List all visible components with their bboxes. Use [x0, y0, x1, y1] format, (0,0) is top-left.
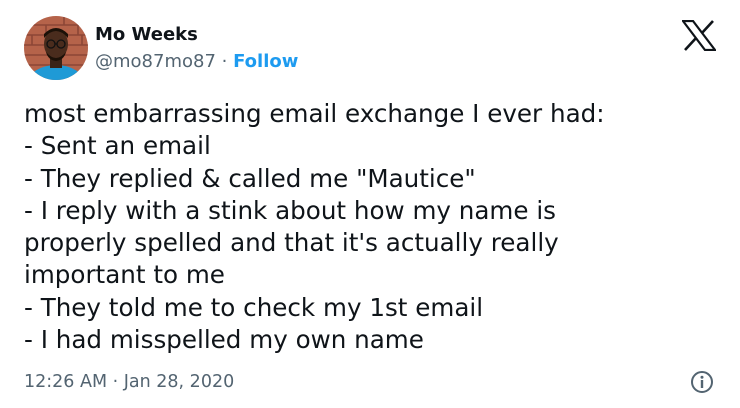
info-icon[interactable] — [689, 369, 715, 395]
tweet-line: - They told me to check my 1st email — [24, 292, 484, 322]
x-logo-icon[interactable] — [682, 20, 716, 51]
tweet-line: - Sent an email — [24, 131, 211, 161]
author-display-name[interactable]: Mo Weeks — [95, 24, 198, 46]
avatar-photo — [24, 16, 88, 80]
tweet-card: Mo Weeks @mo87mo87 · Follow most embarra… — [0, 0, 740, 408]
tweet-line: properly spelled and that it's actually … — [24, 228, 559, 258]
tweet-timestamp[interactable]: 12:26 AM · Jan 28, 2020 — [24, 371, 234, 393]
author-meta-line: @mo87mo87 · Follow — [95, 51, 298, 73]
author-handle[interactable]: @mo87mo87 — [95, 51, 216, 72]
tweet-line: most embarrassing email exchange I ever … — [24, 99, 605, 128]
meta-separator: · — [221, 51, 228, 72]
avatar[interactable] — [24, 16, 88, 80]
tweet-line: - They replied & called me "Mautice" — [24, 163, 476, 193]
tweet-line: important to me — [24, 260, 225, 290]
tweet-text: most embarrassing email exchange I ever … — [24, 98, 724, 356]
tweet-line: - I reply with a stink about how my name… — [24, 195, 556, 225]
follow-button[interactable]: Follow — [233, 51, 298, 72]
tweet-line: - I had misspelled my own name — [24, 325, 424, 355]
